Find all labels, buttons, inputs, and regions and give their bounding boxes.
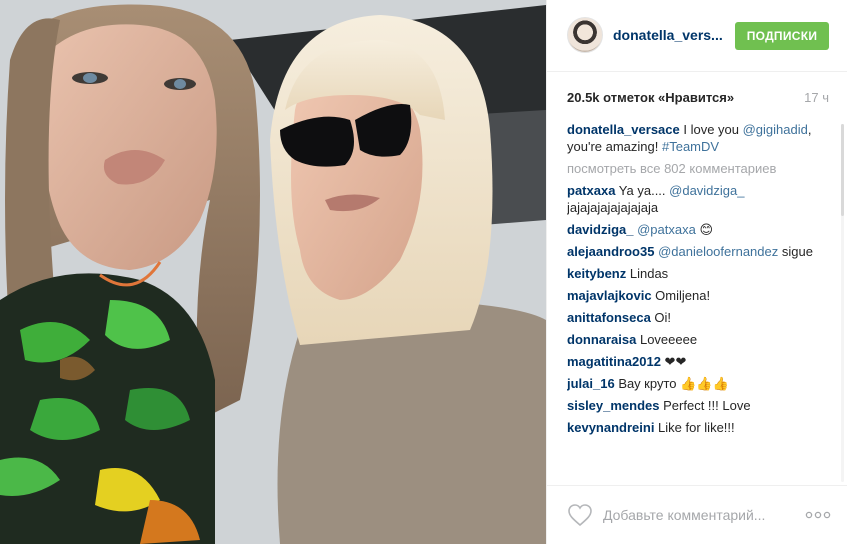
comment-text: Вау круто 👍👍👍 <box>614 376 729 391</box>
comment-text: 😊 <box>695 222 713 237</box>
comments-list: donatella_versace I love you @gigihadid,… <box>567 121 833 485</box>
likes-row: 20.5k отметок «Нравится» 17 ч <box>567 90 829 110</box>
likes-count[interactable]: 20.5k отметок «Нравится» <box>567 90 734 105</box>
caption: donatella_versace I love you @gigihadid,… <box>567 121 833 155</box>
caption-username[interactable]: donatella_versace <box>567 122 680 137</box>
post-header: donatella_vers... ПОДПИСКИ <box>547 0 847 72</box>
caption-text-1: I love you <box>679 122 743 137</box>
comment-item: keitybenz Lindas <box>567 265 833 282</box>
post-sidebar: donatella_vers... ПОДПИСКИ 20.5k отметок… <box>546 0 847 544</box>
comment-item: patxaxa Ya ya.... @davidziga_ jajajajaja… <box>567 182 833 216</box>
comment-text: Loveeeee <box>636 332 698 347</box>
comment-mention[interactable]: @danieloofernandez <box>658 244 778 259</box>
comment-item: alejaandroo35 @danieloofernandez sigue <box>567 243 833 260</box>
comment-text: Omiljena! <box>651 288 711 303</box>
comment-text: Like for like!!! <box>654 420 735 435</box>
comment-mention[interactable]: @patxaxa <box>637 222 696 237</box>
comment-item: magatitina2012 ❤❤ <box>567 353 833 370</box>
timestamp[interactable]: 17 ч <box>804 90 829 105</box>
comment-item: anittafonseca Oi! <box>567 309 833 326</box>
comments-scrollbar[interactable] <box>841 124 844 482</box>
photo-illustration <box>0 0 546 544</box>
comment-username[interactable]: sisley_mendes <box>567 398 660 413</box>
comment-item: donnaraisa Loveeeee <box>567 331 833 348</box>
comment-username[interactable]: magatitina2012 <box>567 354 661 369</box>
more-options-icon[interactable] <box>805 508 831 522</box>
comment-username[interactable]: alejaandroo35 <box>567 244 654 259</box>
comment-item: julai_16 Вау круто 👍👍👍 <box>567 375 833 392</box>
comment-username[interactable]: majavlajkovic <box>567 288 652 303</box>
comment-username[interactable]: keitybenz <box>567 266 626 281</box>
comment-text: Oi! <box>650 310 672 325</box>
comments-fade <box>567 470 833 486</box>
comment-text: Lindas <box>626 266 669 281</box>
comment-username[interactable]: kevynandreini <box>567 420 654 435</box>
avatar[interactable] <box>567 17 603 53</box>
comment-username[interactable]: patxaxa <box>567 183 615 198</box>
comment-item: kevynandreini Like for like!!! <box>567 419 833 436</box>
comment-username[interactable]: davidziga_ <box>567 222 633 237</box>
post-footer <box>547 485 847 544</box>
comment-text: jajajajajajajajaja <box>567 200 659 215</box>
comment-username[interactable]: julai_16 <box>567 376 615 391</box>
comment-text: Ya ya.... <box>615 183 670 198</box>
comment-item: davidziga_ @patxaxa 😊 <box>567 221 833 238</box>
comment-username[interactable]: anittafonseca <box>567 310 651 325</box>
add-comment-input[interactable] <box>603 504 783 526</box>
scrollbar-thumb[interactable] <box>841 124 844 216</box>
view-all-comments-link[interactable]: посмотреть все 802 комментариев <box>567 160 833 177</box>
comment-text: ❤❤ <box>660 354 687 369</box>
comment-item: majavlajkovic Omiljena! <box>567 287 833 304</box>
comment-mention[interactable]: @davidziga_ <box>669 183 744 198</box>
post-photo[interactable] <box>0 0 546 544</box>
caption-hashtag[interactable]: #TeamDV <box>662 139 719 154</box>
comment-item: sisley_mendes Perfect !!! Love <box>567 397 833 414</box>
comment-text: Perfect !!! Love <box>659 398 751 413</box>
caption-mention[interactable]: @gigihadid <box>743 122 808 137</box>
heart-icon[interactable] <box>567 503 593 527</box>
comment-username[interactable]: donnaraisa <box>567 332 636 347</box>
comment-text: sigue <box>778 244 813 259</box>
follow-button[interactable]: ПОДПИСКИ <box>735 22 829 50</box>
header-username[interactable]: donatella_vers... <box>613 27 723 45</box>
